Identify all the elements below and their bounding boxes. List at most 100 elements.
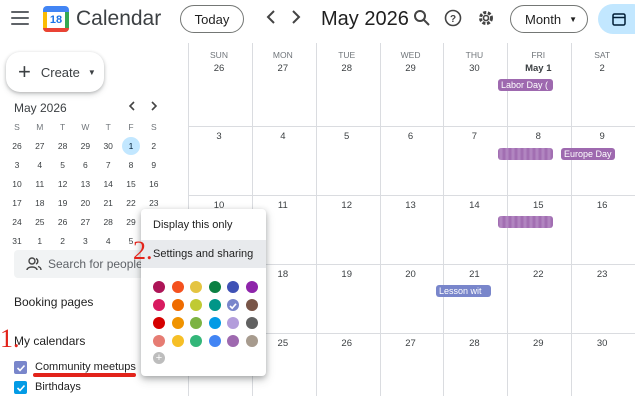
mini-next-month-icon[interactable]	[150, 101, 158, 114]
mini-day[interactable]: 1	[122, 137, 140, 155]
color-swatch[interactable]	[153, 281, 165, 293]
event-labor-day[interactable]: Labor Day (	[498, 79, 553, 91]
day-number[interactable]: 12	[316, 200, 378, 211]
day-number[interactable]: 6	[380, 131, 442, 142]
calendar-name-birthdays[interactable]: Birthdays	[35, 381, 81, 393]
day-number[interactable]: 8	[507, 131, 569, 142]
mini-day[interactable]: 13	[74, 175, 96, 193]
color-swatch[interactable]	[245, 299, 258, 311]
help-icon[interactable]: ?	[444, 9, 464, 29]
day-number[interactable]: 22	[507, 269, 569, 280]
day-number[interactable]: 14	[443, 200, 505, 211]
mini-day[interactable]: 26	[6, 137, 28, 155]
search-icon[interactable]	[413, 9, 433, 29]
day-number[interactable]: 21	[443, 269, 505, 280]
mini-day[interactable]: 25	[29, 213, 51, 231]
mini-day[interactable]: 3	[6, 156, 28, 174]
mini-day[interactable]: 27	[29, 137, 51, 155]
color-swatch[interactable]	[227, 317, 239, 329]
mini-day[interactable]: 2	[143, 137, 165, 155]
day-number[interactable]: 26	[316, 338, 378, 349]
mini-day[interactable]: 3	[74, 232, 96, 250]
color-swatch[interactable]	[171, 281, 184, 293]
calendar-name-community-meetups[interactable]: Community meetups	[35, 361, 136, 373]
day-number[interactable]: 26	[188, 63, 250, 74]
day-number[interactable]: 3	[188, 131, 250, 142]
mini-prev-month-icon[interactable]	[128, 101, 136, 114]
main-menu-button[interactable]	[11, 11, 29, 25]
color-swatch[interactable]	[208, 335, 221, 347]
mini-day[interactable]: 11	[29, 175, 51, 193]
birthdays-checkbox[interactable]	[14, 381, 27, 394]
booking-pages-label[interactable]: Booking pages	[14, 295, 93, 309]
color-swatch[interactable]	[190, 299, 202, 311]
day-number[interactable]: May 1	[507, 63, 569, 74]
mini-day[interactable]: 20	[74, 194, 96, 212]
color-swatch[interactable]	[245, 317, 258, 329]
day-number[interactable]: 19	[316, 269, 378, 280]
mini-day[interactable]: 22	[120, 194, 142, 212]
mini-day[interactable]: 28	[52, 137, 74, 155]
day-number[interactable]: 4	[252, 131, 314, 142]
day-number[interactable]: 20	[380, 269, 442, 280]
search-people-input[interactable]: Search for people	[14, 250, 144, 278]
day-number[interactable]: 28	[316, 63, 378, 74]
color-swatch[interactable]	[208, 317, 221, 329]
mini-day[interactable]: 4	[29, 156, 51, 174]
event-europe-day[interactable]: Europe Day	[561, 148, 615, 160]
day-number[interactable]: 2	[571, 63, 633, 74]
color-swatch[interactable]	[227, 281, 239, 293]
day-number[interactable]: 27	[380, 338, 442, 349]
mini-day[interactable]: 5	[52, 156, 74, 174]
mini-day[interactable]: 14	[97, 175, 119, 193]
mini-day[interactable]: 24	[6, 213, 28, 231]
mini-day[interactable]: 21	[97, 194, 119, 212]
event-redacted[interactable]	[498, 216, 553, 228]
mini-day[interactable]: 29	[74, 137, 96, 155]
color-swatch[interactable]	[190, 281, 202, 293]
color-swatch[interactable]	[208, 299, 221, 311]
day-number[interactable]: 28	[443, 338, 505, 349]
day-number[interactable]: 23	[571, 269, 633, 280]
next-month-icon[interactable]	[291, 10, 301, 29]
mini-day[interactable]: 4	[97, 232, 119, 250]
color-swatch[interactable]	[171, 299, 184, 311]
color-swatch[interactable]	[227, 335, 239, 347]
day-number[interactable]: 15	[507, 200, 569, 211]
community-meetups-checkbox[interactable]	[14, 361, 27, 374]
mini-day[interactable]: 7	[97, 156, 119, 174]
mini-day[interactable]: 10	[6, 175, 28, 193]
mini-day[interactable]: 15	[120, 175, 142, 193]
event-redacted[interactable]	[498, 148, 553, 160]
mini-day[interactable]: 16	[143, 175, 165, 193]
mini-day[interactable]: 26	[52, 213, 74, 231]
mini-day[interactable]: 27	[74, 213, 96, 231]
mini-day[interactable]: 28	[97, 213, 119, 231]
event-lesson[interactable]: Lesson wit	[436, 285, 491, 297]
day-number[interactable]: 13	[380, 200, 442, 211]
add-custom-color-icon[interactable]: +	[153, 352, 165, 364]
color-swatch[interactable]	[153, 317, 165, 329]
color-swatch[interactable]	[171, 335, 184, 347]
color-swatch[interactable]	[190, 335, 202, 347]
color-swatch[interactable]	[208, 281, 221, 293]
today-button[interactable]: Today	[180, 5, 244, 33]
color-swatch[interactable]	[153, 335, 165, 347]
day-number[interactable]: 29	[507, 338, 569, 349]
color-swatch[interactable]	[245, 335, 258, 347]
my-calendars-header[interactable]: My calendars	[14, 334, 85, 348]
mini-day[interactable]: 12	[52, 175, 74, 193]
mini-day[interactable]: 2	[52, 232, 74, 250]
day-number[interactable]: 7	[443, 131, 505, 142]
day-number[interactable]: 9	[571, 131, 633, 142]
previous-month-icon[interactable]	[266, 10, 276, 29]
mini-day[interactable]: 1	[29, 232, 51, 250]
day-number[interactable]: 27	[252, 63, 314, 74]
mini-day[interactable]: 9	[143, 156, 165, 174]
day-number[interactable]: 5	[316, 131, 378, 142]
color-swatch[interactable]	[190, 317, 202, 329]
day-number[interactable]: 16	[571, 200, 633, 211]
mini-day[interactable]: 19	[52, 194, 74, 212]
color-swatch[interactable]	[171, 317, 184, 329]
create-button[interactable]: + Create ▼	[6, 52, 104, 92]
